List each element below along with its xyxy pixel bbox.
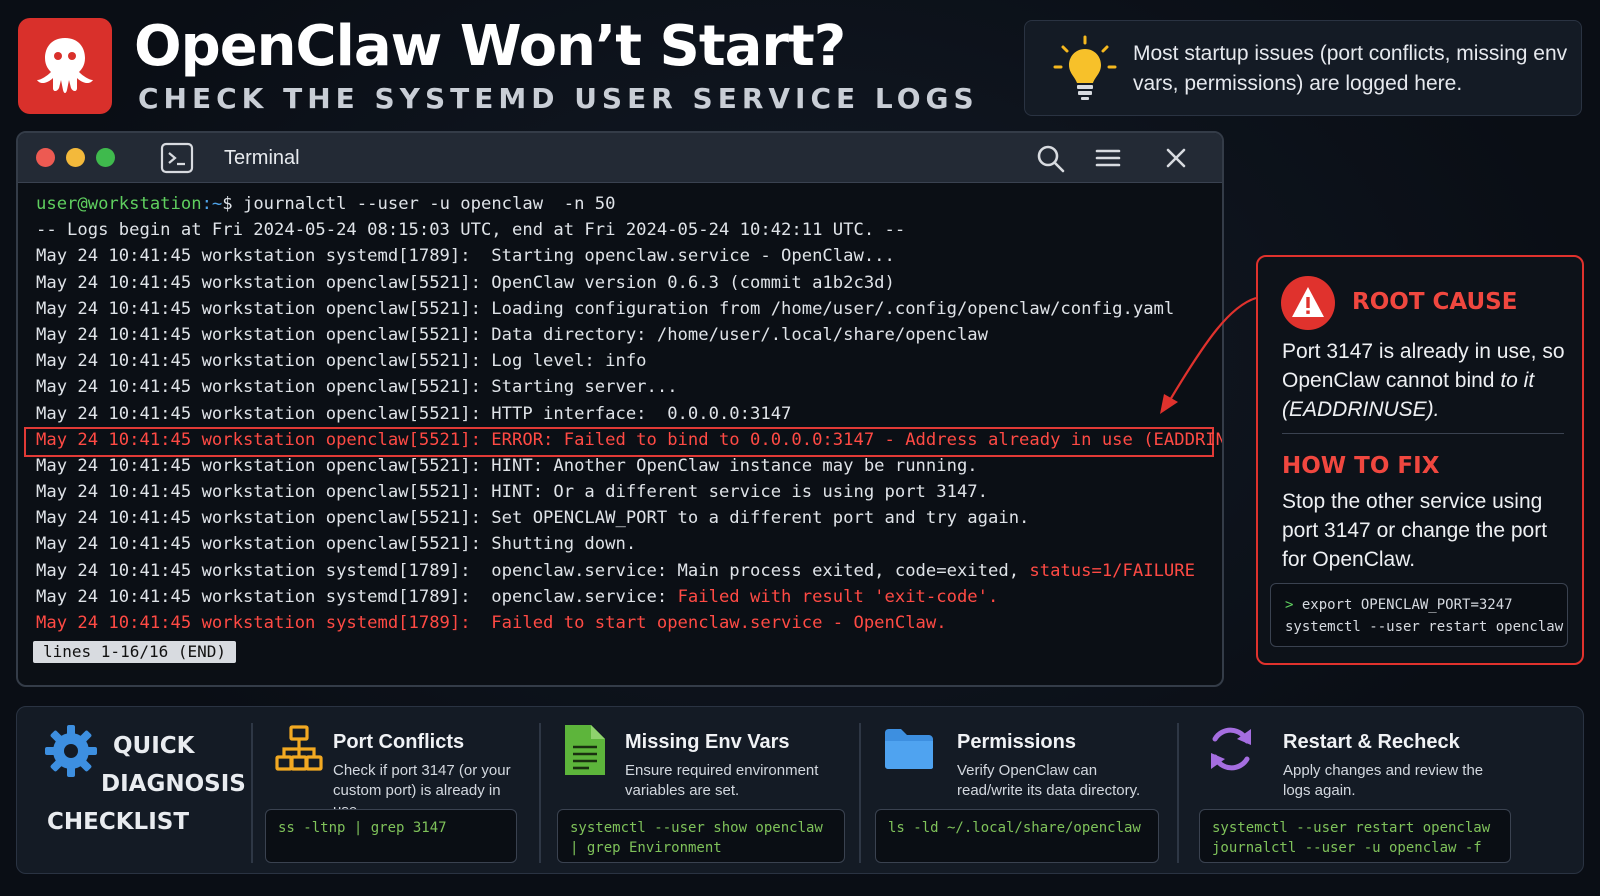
divider <box>1177 723 1179 863</box>
callout-arrow <box>1160 296 1257 414</box>
item-code-block[interactable]: systemctl --user show openclaw | grep En… <box>557 809 845 863</box>
log-line: May 24 10:41:45 workstation openclaw[552… <box>36 324 988 345</box>
item-description: Ensure required environment variables ar… <box>625 762 819 799</box>
minimize-window-button[interactable] <box>66 148 85 167</box>
item-title: Restart & Recheck <box>1283 731 1460 753</box>
divider <box>859 723 861 863</box>
fix-code-2: systemctl --user restart openclaw <box>1285 619 1564 635</box>
pager-status: lines 1-16/16 (END) <box>33 641 237 663</box>
document-icon <box>565 725 605 775</box>
log-line: -- Logs begin at Fri 2024-05-24 08:15:03… <box>36 220 906 241</box>
tip-text: Most startup issues (port conflicts, mis… <box>1133 42 1568 95</box>
menu-icon[interactable] <box>1094 144 1122 172</box>
network-icon <box>275 725 323 771</box>
log-line: May 24 10:41:45 workstation openclaw[552… <box>36 403 792 424</box>
log-line: May 24 10:41:45 workstation systemd[1789… <box>36 246 895 267</box>
terminal-output[interactable]: user@workstation:~$ journalctl --user -u… <box>36 191 1224 636</box>
root-cause-text: Port 3147 is already in use, so OpenClaw… <box>1282 337 1572 424</box>
search-icon[interactable] <box>1036 144 1066 174</box>
terminal-window: Terminal user@workstation:~$ journalctl … <box>16 131 1224 687</box>
prompt-user: user@workstation <box>36 194 202 214</box>
log-line: May 24 10:41:45 workstation openclaw[552… <box>36 272 895 293</box>
how-to-fix-text: Stop the other service using port 3147 o… <box>1282 490 1548 571</box>
terminal-title: Terminal <box>224 147 300 169</box>
item-code-block[interactable]: systemctl --user restart openclaw journa… <box>1199 809 1511 863</box>
refresh-icon <box>1211 727 1251 771</box>
log-line: May 24 10:41:45 workstation openclaw[552… <box>36 482 988 503</box>
code-prompt: > <box>1285 597 1294 613</box>
log-line: May 24 10:41:45 workstation openclaw[552… <box>36 455 978 476</box>
prompt-path: :~ <box>201 194 223 214</box>
failed-result: Failed with result 'exit-code'. <box>677 586 999 607</box>
terminal-icon <box>160 142 194 174</box>
gear-icon <box>45 725 97 777</box>
error-log-line: May 24 10:41:45 workstation openclaw[552… <box>36 429 1224 450</box>
divider <box>1282 433 1564 434</box>
how-to-fix-heading: HOW TO FIX <box>1282 453 1440 479</box>
log-line: May 24 10:41:45 workstation openclaw[552… <box>36 351 647 372</box>
item-code-block[interactable]: ls -ld ~/.local/share/openclaw <box>875 809 1159 863</box>
item-code-line: journalctl --user -u openclaw -f <box>1212 840 1482 856</box>
log-line: May 24 10:41:45 workstation openclaw[552… <box>36 534 637 555</box>
item-code-block[interactable]: ss -ltnp | grep 3147 <box>265 809 517 863</box>
log-line: May 24 10:41:45 workstation systemd[1789… <box>36 584 1212 610</box>
command-line: user@workstation:~$ journalctl --user -u… <box>36 191 1212 217</box>
failed-prefix: May 24 10:41:45 workstation systemd[1789… <box>36 586 678 607</box>
item-code-line: ls -ld ~/.local/share/openclaw <box>888 820 1141 836</box>
divider <box>539 723 541 863</box>
item-title: Port Conflicts <box>333 731 465 753</box>
octopus-icon <box>37 38 93 93</box>
root-cause-panel: ROOT CAUSE Port 3147 is already in use, … <box>1256 255 1584 665</box>
close-icon[interactable] <box>1162 144 1190 172</box>
page-subtitle: CHECK THE SYSTEMD USER SERVICE LOGS <box>138 82 979 115</box>
terminal-titlebar: Terminal <box>18 133 1222 183</box>
tip-callout: Most startup issues (port conflicts, mis… <box>1024 20 1582 116</box>
exit-prefix: May 24 10:41:45 workstation systemd[1789… <box>36 560 1030 581</box>
final-error-line: May 24 10:41:45 workstation systemd[1789… <box>36 613 947 633</box>
warning-icon <box>1281 276 1335 330</box>
item-code-line: | grep Environment <box>570 840 722 856</box>
divider <box>251 723 253 863</box>
lightbulb-icon <box>1053 35 1117 100</box>
openclaw-logo <box>18 18 112 114</box>
command-text: journalctl --user -u openclaw -n 50 <box>242 194 616 214</box>
log-line: May 24 10:41:45 workstation openclaw[552… <box>36 377 678 398</box>
maximize-window-button[interactable] <box>96 148 115 167</box>
checklist-title-1: QUICK <box>113 733 195 759</box>
exit-status: status=1/FAILURE <box>1029 560 1195 581</box>
item-code-line: ss -ltnp | grep 3147 <box>278 820 447 836</box>
log-line: May 24 10:41:45 workstation systemd[1789… <box>36 558 1212 584</box>
log-line: May 24 10:41:45 workstation openclaw[552… <box>36 298 1175 319</box>
item-description: Apply changes and review the logs again. <box>1283 762 1484 799</box>
item-code-line: systemctl --user show openclaw <box>570 820 823 836</box>
item-title: Permissions <box>957 731 1076 753</box>
item-code-line: systemctl --user restart openclaw <box>1212 820 1491 836</box>
checklist-title-3: CHECKLIST <box>47 809 190 835</box>
page-title: OpenClaw Won’t Start? <box>134 14 846 79</box>
checklist-title-2: DIAGNOSIS <box>101 771 246 797</box>
item-description: Verify OpenClaw can read/write its data … <box>957 762 1141 799</box>
close-window-button[interactable] <box>36 148 55 167</box>
prompt-symbol: $ <box>222 194 243 214</box>
item-title: Missing Env Vars <box>625 731 790 753</box>
fix-code-1: export OPENCLAW_PORT=3247 <box>1301 597 1513 613</box>
log-line: May 24 10:41:45 workstation openclaw[552… <box>36 508 1030 529</box>
fix-code-block[interactable]: > export OPENCLAW_PORT=3247 systemctl --… <box>1270 583 1568 647</box>
fix-code-line: > export OPENCLAW_PORT=3247 <box>1285 594 1567 616</box>
root-cause-heading: ROOT CAUSE <box>1352 289 1518 315</box>
diagnosis-checklist: QUICK DIAGNOSIS CHECKLIST Port Conflicts… <box>16 706 1584 874</box>
folder-icon <box>885 729 933 769</box>
